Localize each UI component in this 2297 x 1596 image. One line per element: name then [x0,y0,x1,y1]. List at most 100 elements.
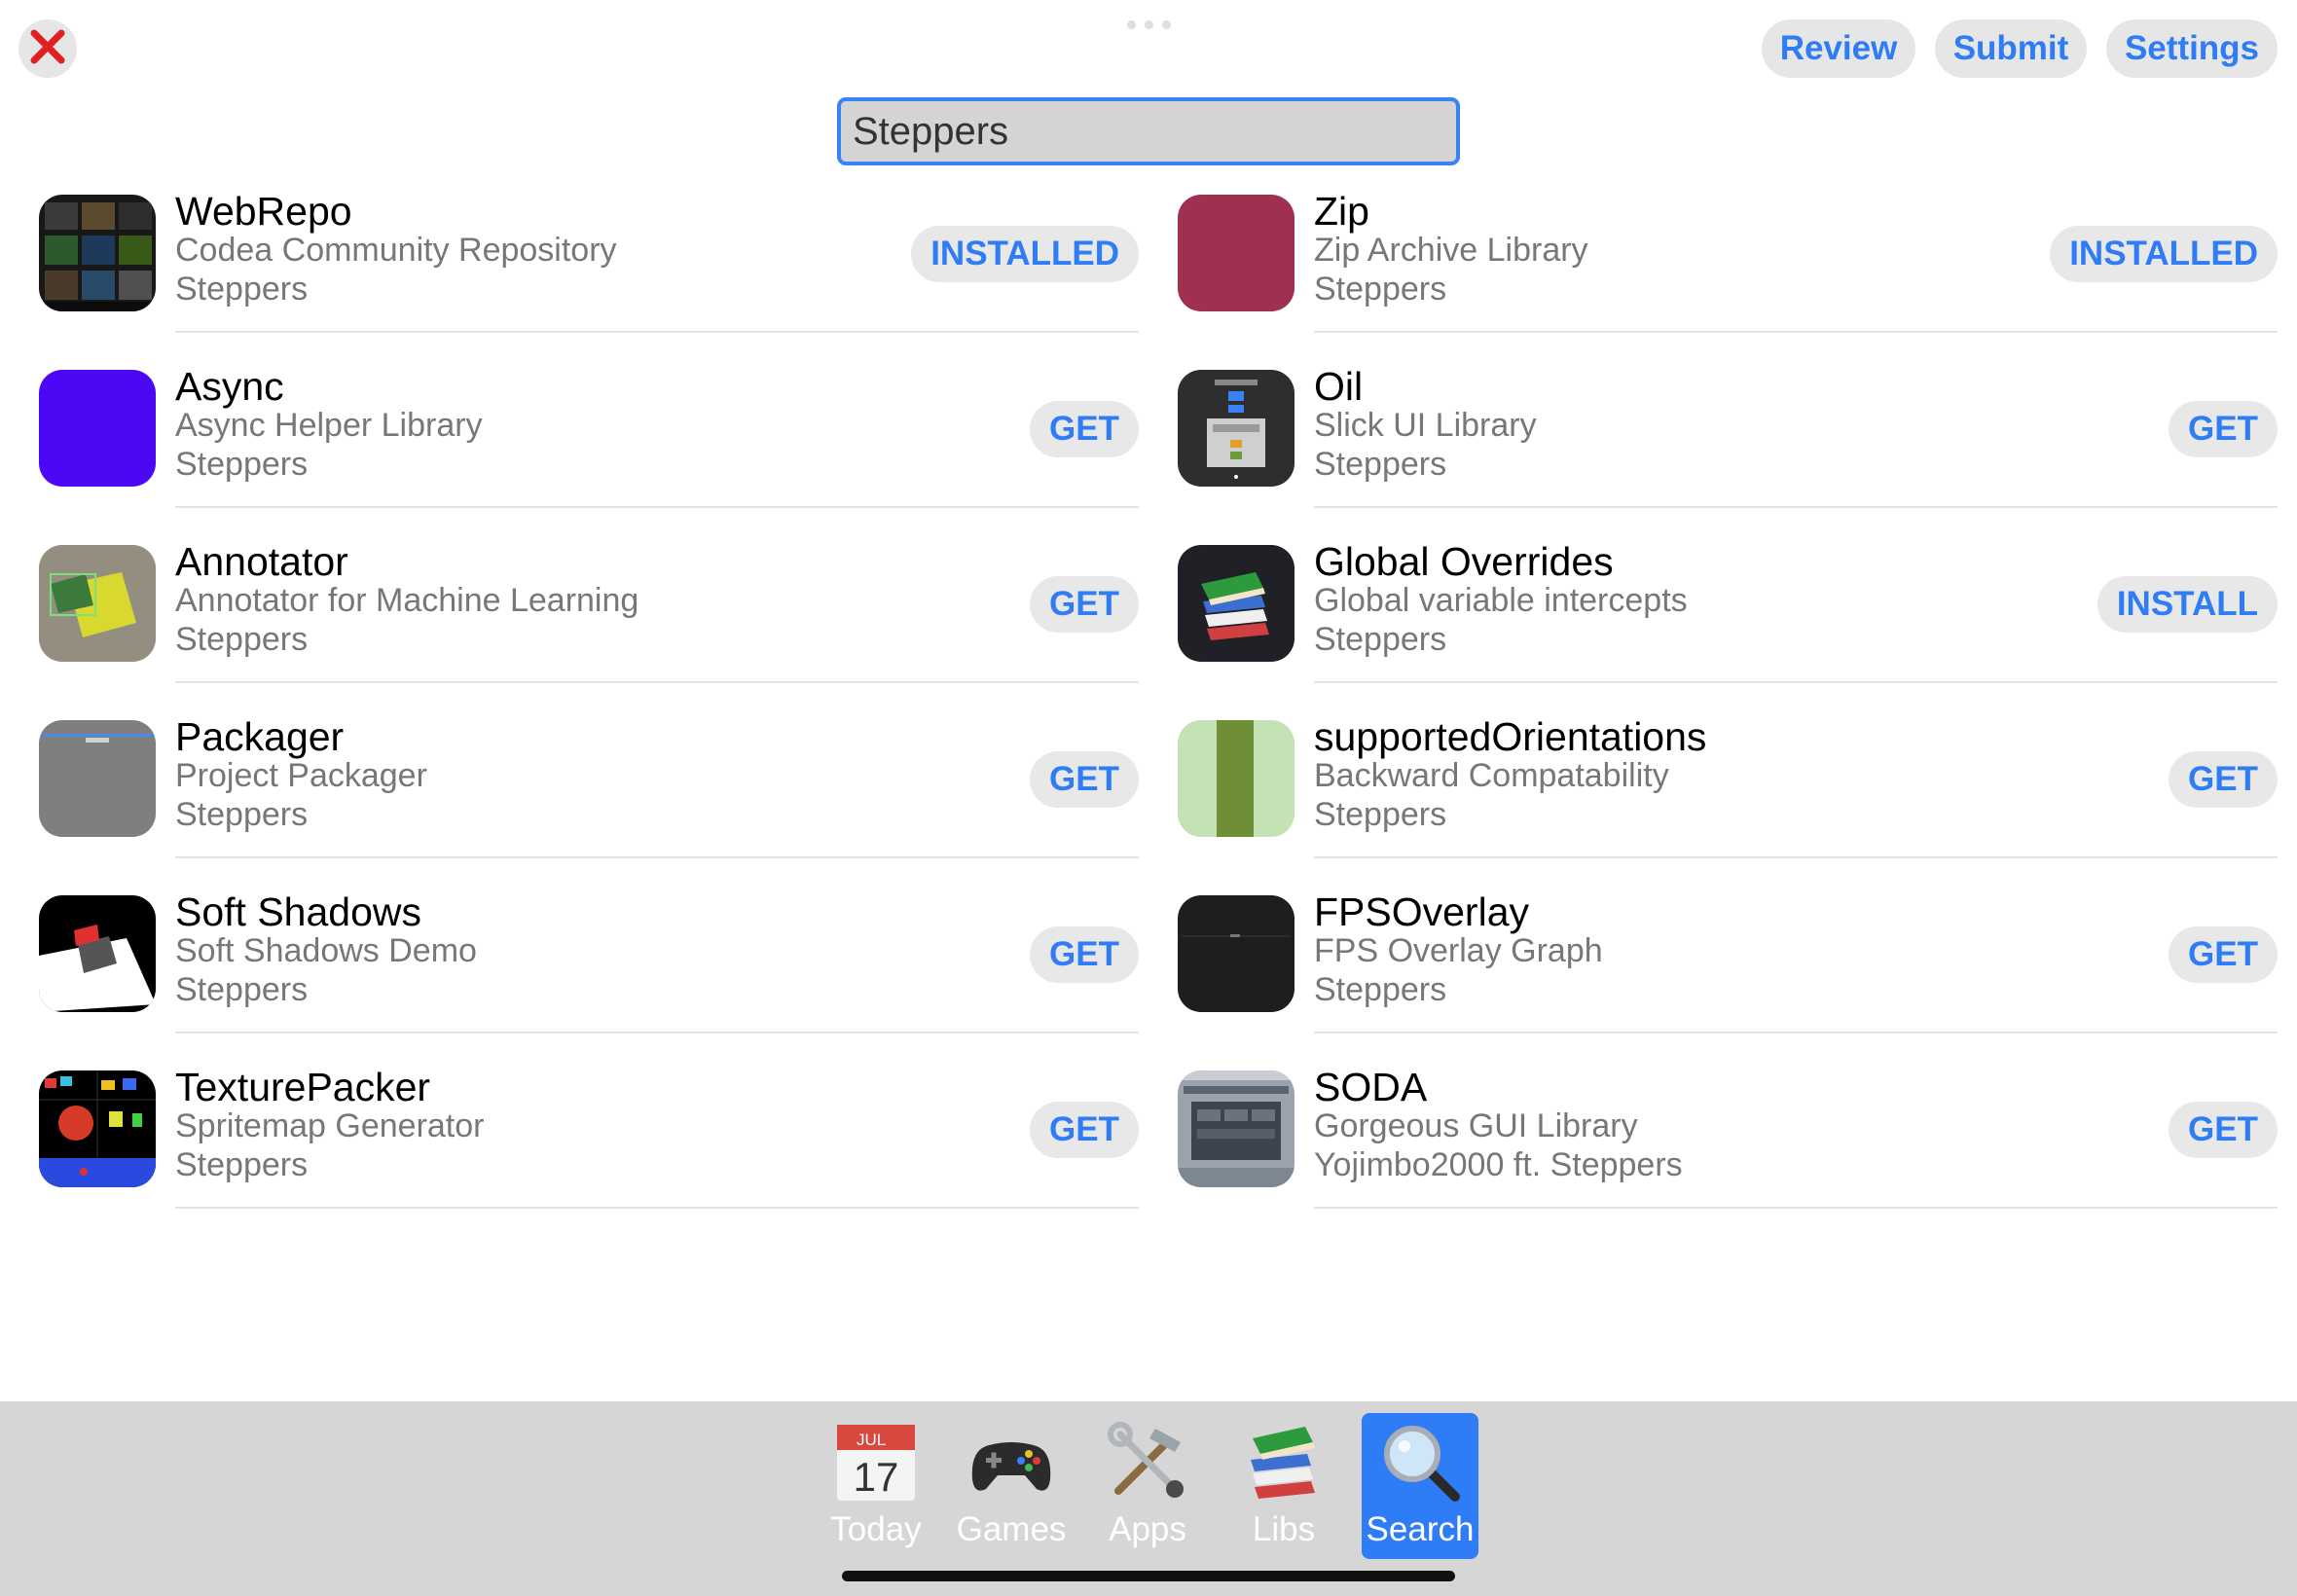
packager-icon [39,720,156,837]
item-subtitle: Annotator for Machine Learning [175,582,639,619]
list-item[interactable]: Async Async Helper Library Steppers GET [39,352,1139,527]
tab-label: Search [1366,1510,1475,1548]
search-input[interactable]: Steppers [837,97,1460,165]
magnifier-icon [1377,1419,1463,1505]
tab-label: Libs [1252,1510,1316,1548]
list-item[interactable]: Global Overrides Global variable interce… [1178,527,2278,703]
list-item[interactable]: FPSOverlay FPS Overlay Graph Steppers GE… [1178,878,2278,1053]
item-author: Steppers [1314,446,1447,483]
item-subtitle: Async Helper Library [175,407,483,444]
divider [175,1207,1139,1209]
item-subtitle: Gorgeous GUI Library [1314,1107,1638,1144]
get-button[interactable]: GET [1030,751,1139,808]
item-title: Annotator [175,539,348,584]
get-button[interactable]: GET [2169,401,2278,457]
item-author: Steppers [175,271,309,308]
soda-icon [1178,1070,1294,1187]
item-subtitle: FPS Overlay Graph [1314,932,1603,969]
texture-packer-icon [39,1070,156,1187]
item-subtitle: Slick UI Library [1314,407,1537,444]
get-button[interactable]: GET [2169,751,2278,808]
close-button[interactable] [18,19,77,78]
item-author: Steppers [1314,621,1447,658]
get-button[interactable]: GET [2169,926,2278,983]
item-subtitle: Backward Compatability [1314,757,1669,794]
tab-today[interactable]: JUL 17 Today [818,1413,934,1559]
item-title: Soft Shadows [175,889,421,934]
divider [1314,1207,2278,1209]
item-title: supportedOrientations [1314,714,1707,759]
submit-button[interactable]: Submit [1935,19,2087,78]
item-author: Yojimbo2000 ft. Steppers [1314,1146,1683,1183]
async-icon [39,370,156,487]
tab-apps[interactable]: Apps [1089,1413,1206,1559]
close-icon [28,27,67,71]
install-button[interactable]: INSTALL [2096,576,2278,633]
list-item[interactable]: Soft Shadows Soft Shadows Demo Steppers … [39,878,1139,1053]
item-author: Steppers [175,796,309,833]
divider [175,681,1139,683]
item-author: Steppers [175,446,309,483]
divider [1314,681,2278,683]
list-item[interactable]: Annotator Annotator for Machine Learning… [39,527,1139,703]
review-button[interactable]: Review [1762,19,1915,78]
get-button[interactable]: GET [1030,401,1139,457]
divider [175,331,1139,333]
books-icon [1241,1419,1327,1505]
divider [1314,1032,2278,1034]
get-button[interactable]: GET [1030,926,1139,983]
item-title: Async [175,364,284,409]
item-subtitle: Project Packager [175,757,427,794]
item-author: Steppers [175,971,309,1008]
calendar-month: JUL [857,1431,886,1449]
list-item[interactable]: supportedOrientations Backward Compatabi… [1178,703,2278,878]
tab-libs[interactable]: Libs [1225,1413,1342,1559]
get-button[interactable]: GET [2169,1102,2278,1158]
item-title: Oil [1314,364,1364,409]
tab-label: Today [830,1510,922,1548]
books-icon [1178,545,1294,662]
tools-icon [1105,1419,1190,1505]
item-title: FPSOverlay [1314,889,1529,934]
fps-overlay-icon [1178,895,1294,1012]
tab-games[interactable]: Games [953,1413,1070,1559]
divider [175,1032,1139,1034]
item-author: Steppers [175,621,309,658]
get-button[interactable]: GET [1030,576,1139,633]
tab-search[interactable]: Search [1362,1413,1478,1559]
zip-icon [1178,195,1294,311]
item-subtitle: Soft Shadows Demo [175,932,477,969]
annotator-icon [39,545,156,662]
divider [1314,506,2278,508]
list-item[interactable]: Packager Project Packager Steppers GET [39,703,1139,878]
list-item[interactable]: TexturePacker Spritemap Generator Steppe… [39,1053,1139,1228]
item-author: Steppers [1314,971,1447,1008]
divider [175,506,1139,508]
divider [175,856,1139,858]
window-grabber[interactable] [1127,20,1171,29]
gamepad-icon [968,1419,1054,1505]
item-title: Zip [1314,189,1369,234]
home-indicator[interactable] [842,1571,1455,1581]
webrepo-screenshot-icon [39,195,156,311]
item-subtitle: Codea Community Repository [175,232,617,269]
item-title: WebRepo [175,189,352,234]
settings-button[interactable]: Settings [2106,19,2278,78]
divider [1314,856,2278,858]
item-author: Steppers [175,1146,309,1183]
list-item[interactable]: Zip Zip Archive Library Steppers INSTALL… [1178,177,2278,352]
tab-label: Apps [1109,1510,1186,1548]
get-button[interactable]: GET [1030,1102,1139,1158]
list-item[interactable]: WebRepo Codea Community Repository Stepp… [39,177,1139,352]
calendar-icon: JUL 17 [833,1419,919,1505]
soft-shadows-icon [39,895,156,1012]
item-title: Packager [175,714,345,759]
installed-button[interactable]: INSTALLED [2050,226,2278,282]
list-item[interactable]: Oil Slick UI Library Steppers GET [1178,352,2278,527]
item-title: Global Overrides [1314,539,1614,584]
installed-button[interactable]: INSTALLED [911,226,1139,282]
item-title: SODA [1314,1065,1428,1109]
oil-icon [1178,370,1294,487]
tab-bar: JUL 17 Today Games Apps Libs Search [0,1401,2297,1596]
list-item[interactable]: SODA Gorgeous GUI Library Yojimbo2000 ft… [1178,1053,2278,1228]
